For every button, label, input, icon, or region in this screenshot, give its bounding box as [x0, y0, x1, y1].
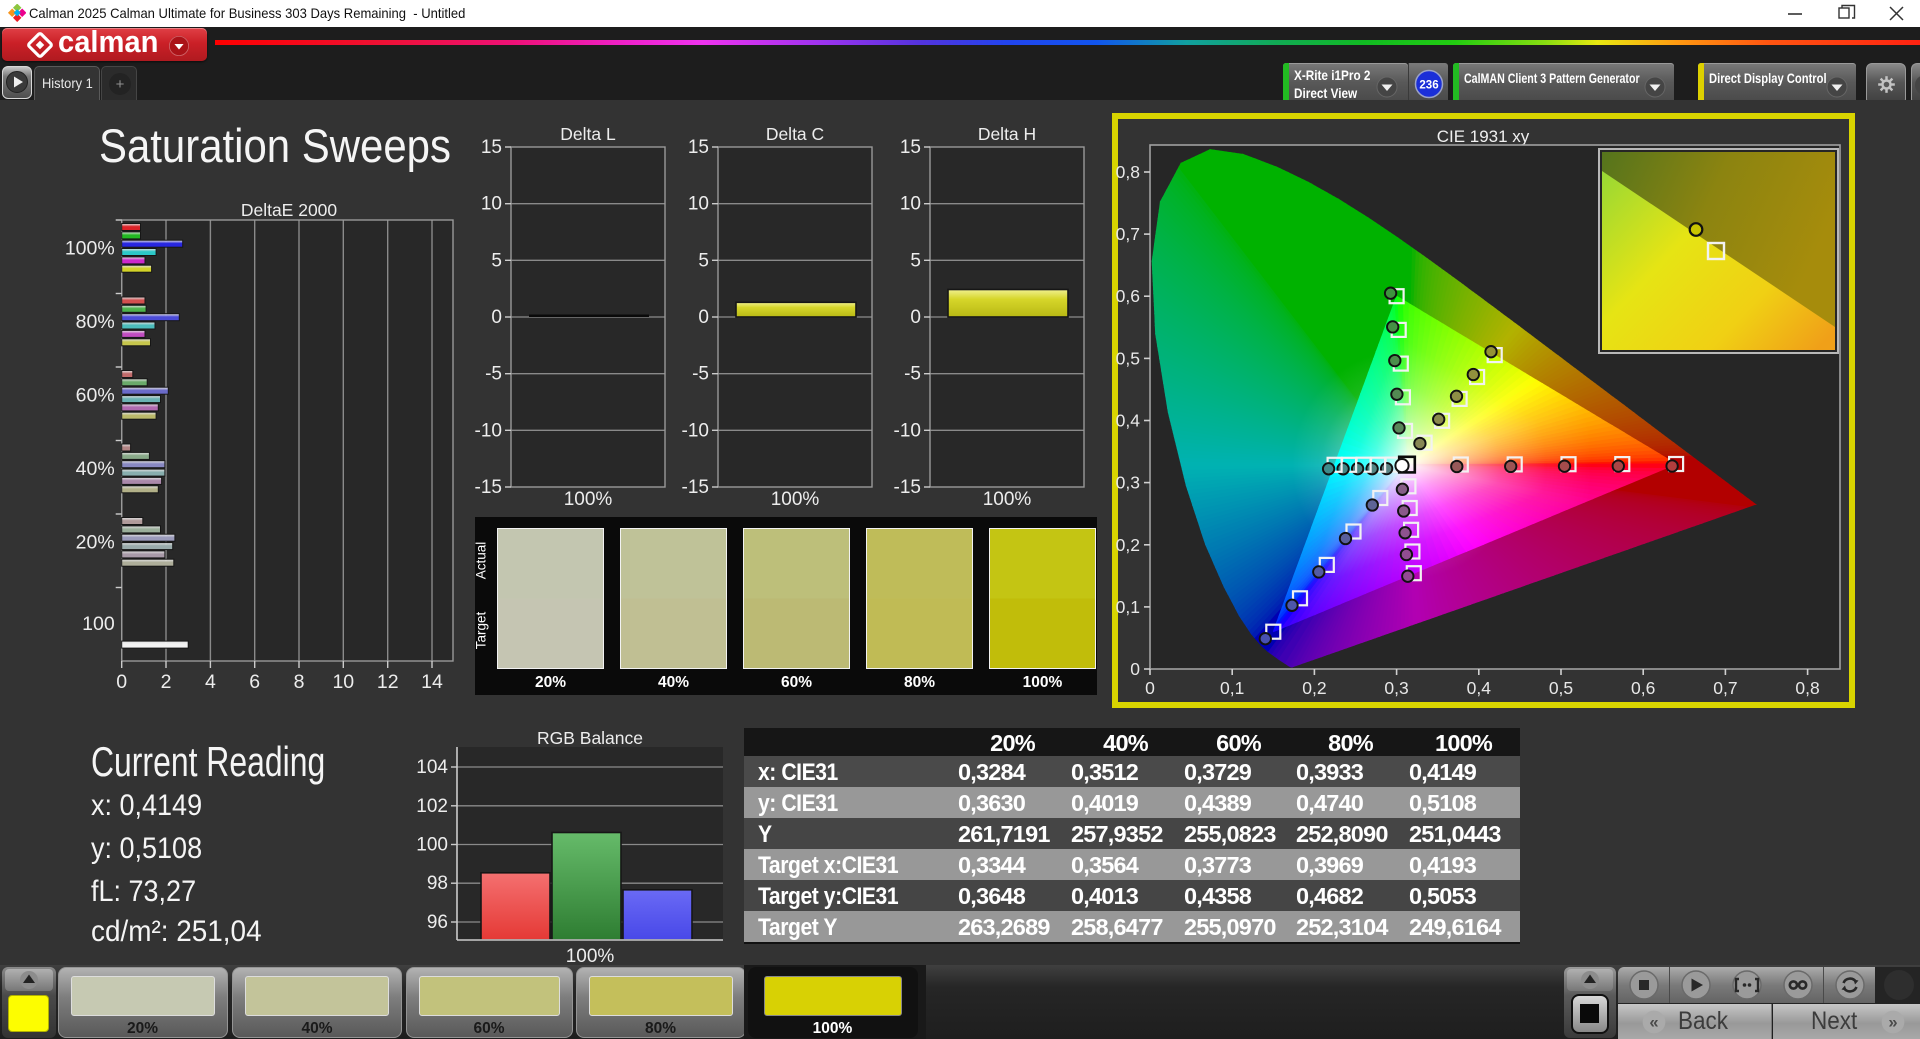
- svg-text:96: 96: [427, 912, 448, 933]
- svg-text:CIE 1931 xy: CIE 1931 xy: [1437, 127, 1530, 146]
- svg-text:10: 10: [900, 194, 921, 215]
- svg-text:0,6: 0,6: [1631, 678, 1655, 698]
- svg-text:0,3: 0,3: [1384, 678, 1408, 698]
- svg-text:0,7: 0,7: [1713, 678, 1737, 698]
- svg-text:0,4: 0,4: [1116, 411, 1141, 431]
- svg-text:0: 0: [698, 307, 709, 328]
- svg-text:0,2: 0,2: [1116, 535, 1140, 555]
- svg-text:4: 4: [205, 671, 216, 693]
- svg-text:100: 100: [82, 613, 115, 635]
- svg-text:10: 10: [481, 194, 502, 215]
- svg-text:-5: -5: [904, 364, 921, 385]
- svg-text:8: 8: [294, 671, 305, 693]
- svg-text:2: 2: [161, 671, 172, 693]
- svg-text:20%: 20%: [76, 532, 115, 554]
- svg-text:10: 10: [332, 671, 354, 693]
- svg-text:6: 6: [249, 671, 260, 693]
- svg-text:40%: 40%: [76, 458, 115, 480]
- svg-text:15: 15: [900, 137, 921, 158]
- svg-text:0: 0: [1130, 659, 1140, 679]
- svg-text:10: 10: [688, 194, 709, 215]
- svg-text:100%: 100%: [771, 489, 820, 510]
- svg-text:Delta H: Delta H: [978, 125, 1036, 144]
- svg-text:-5: -5: [485, 364, 502, 385]
- svg-text:RGB Balance: RGB Balance: [537, 728, 643, 748]
- svg-text:-15: -15: [682, 477, 709, 498]
- svg-text:Delta C: Delta C: [766, 125, 824, 144]
- svg-text:0: 0: [116, 671, 127, 693]
- svg-text:0,6: 0,6: [1116, 286, 1140, 306]
- svg-text:0,4: 0,4: [1467, 678, 1492, 698]
- svg-text:5: 5: [491, 250, 502, 271]
- svg-text:-5: -5: [692, 364, 709, 385]
- svg-text:5: 5: [910, 250, 921, 271]
- svg-text:-10: -10: [475, 420, 502, 441]
- svg-text:0,5: 0,5: [1549, 678, 1573, 698]
- svg-text:0: 0: [1145, 678, 1155, 698]
- svg-text:0,5: 0,5: [1116, 348, 1140, 368]
- svg-text:»: »: [1888, 1013, 1897, 1032]
- svg-text:12: 12: [377, 671, 399, 693]
- svg-text:0: 0: [910, 307, 921, 328]
- svg-text:-10: -10: [894, 420, 921, 441]
- svg-text:98: 98: [427, 873, 448, 894]
- svg-text:102: 102: [416, 796, 448, 817]
- svg-text:DeltaE 2000: DeltaE 2000: [241, 200, 338, 220]
- svg-text:-10: -10: [682, 420, 709, 441]
- svg-text:100%: 100%: [983, 489, 1032, 510]
- svg-text:0,1: 0,1: [1116, 597, 1140, 617]
- svg-text:60%: 60%: [76, 385, 115, 407]
- svg-text:15: 15: [481, 137, 502, 158]
- svg-text:14: 14: [421, 671, 443, 693]
- svg-text:«: «: [1649, 1013, 1658, 1032]
- svg-text:100%: 100%: [564, 489, 613, 510]
- svg-text:0,1: 0,1: [1220, 678, 1244, 698]
- svg-text:-15: -15: [894, 477, 921, 498]
- svg-text:0,3: 0,3: [1116, 473, 1140, 493]
- svg-text:5: 5: [698, 250, 709, 271]
- svg-text:0: 0: [491, 307, 502, 328]
- svg-text:0,8: 0,8: [1116, 162, 1140, 182]
- svg-text:104: 104: [416, 757, 448, 778]
- svg-text:+: +: [116, 76, 125, 93]
- svg-text:80%: 80%: [76, 311, 115, 333]
- svg-text:100%: 100%: [65, 238, 115, 260]
- svg-text:-15: -15: [475, 477, 502, 498]
- svg-text:0,2: 0,2: [1302, 678, 1326, 698]
- svg-text:100: 100: [416, 835, 448, 856]
- svg-text:0,8: 0,8: [1795, 678, 1819, 698]
- svg-text:15: 15: [688, 137, 709, 158]
- svg-text:0,7: 0,7: [1116, 224, 1140, 244]
- svg-text:Delta L: Delta L: [560, 125, 616, 144]
- svg-text:236: 236: [1419, 80, 1438, 92]
- svg-text:100%: 100%: [566, 946, 615, 965]
